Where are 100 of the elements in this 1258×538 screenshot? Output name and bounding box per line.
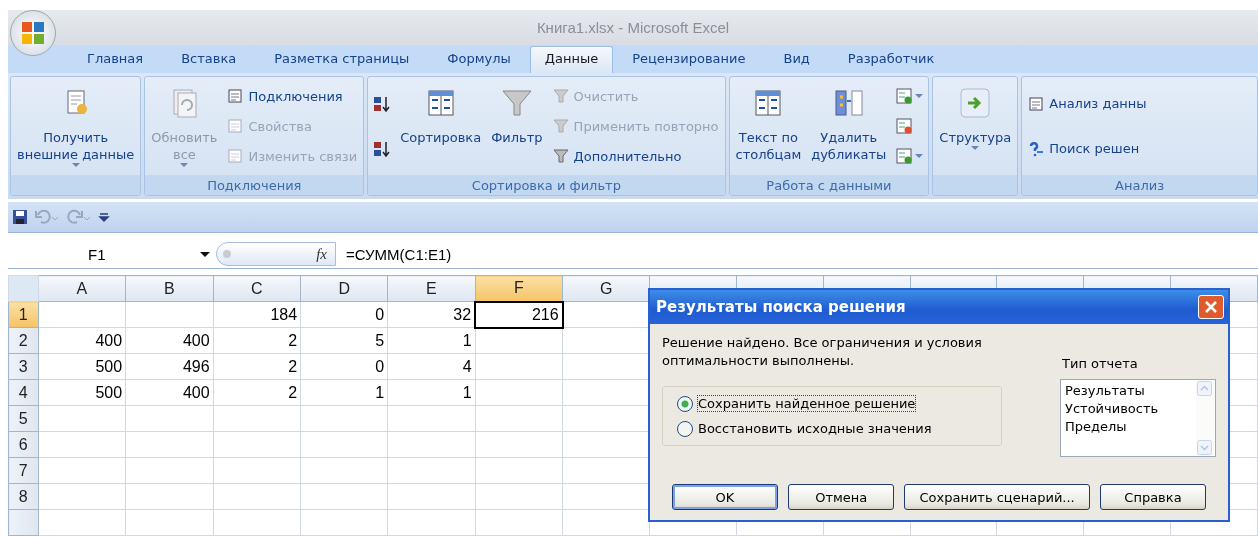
group-label: Работа с данными xyxy=(766,177,892,193)
insert-function-button[interactable]: fx xyxy=(316,245,327,263)
dialog-button[interactable]: Отмена xyxy=(788,484,895,510)
ribbon-tab[interactable]: Разметка страницы xyxy=(255,46,429,73)
ribbon-button[interactable]: Фильтр xyxy=(488,79,546,173)
list-item[interactable]: Устойчивость xyxy=(1065,400,1192,418)
column-header[interactable]: G xyxy=(562,275,650,302)
row-header[interactable]: 3 xyxy=(8,353,39,380)
sort-icon xyxy=(373,139,392,158)
ribbon-tab[interactable]: Рецензирование xyxy=(613,46,765,73)
message-text: Решение найдено. Все ограничения и условия оптимальности выполнены. xyxy=(662,334,982,370)
row-header[interactable]: 8 xyxy=(8,483,39,510)
row-header[interactable]: 4 xyxy=(8,379,39,406)
ribbon-button[interactable]: Структура xyxy=(936,79,1015,173)
office-button[interactable] xyxy=(10,10,56,56)
ribbon-button[interactable]: Получить внешние данные xyxy=(14,79,138,173)
caret-icon xyxy=(915,94,924,98)
table-cell: 2 xyxy=(288,357,298,375)
radio-option[interactable]: Восстановить исходные значения xyxy=(677,420,987,437)
table-cell: 400 xyxy=(182,383,210,401)
report-type-label: Тип отчета xyxy=(1062,356,1139,371)
list-item[interactable]: Результаты xyxy=(1065,382,1192,400)
close-button[interactable] xyxy=(1198,295,1224,319)
group-label: Анализ xyxy=(1115,177,1165,193)
table-cell[interactable]: 216 xyxy=(475,301,563,328)
radio-button[interactable] xyxy=(677,420,693,437)
table-cell: 400 xyxy=(182,331,210,349)
funnel-icon xyxy=(552,148,569,164)
caret-icon xyxy=(180,163,189,167)
row-header[interactable]: 1 xyxy=(8,301,39,328)
table-cell: 1 xyxy=(462,383,472,401)
table-cell: 2 xyxy=(288,383,298,401)
caret-icon xyxy=(71,163,80,167)
caret-icon xyxy=(915,154,924,158)
radio-button[interactable] xyxy=(677,395,693,412)
ribbon-tab[interactable]: Вид xyxy=(764,46,829,73)
ribbon-button[interactable]: Сортировка xyxy=(397,79,485,173)
table-cell: 0 xyxy=(375,357,385,375)
row-header[interactable]: 2 xyxy=(8,327,39,354)
table-cell: 4 xyxy=(462,357,472,375)
ribbon-tab[interactable]: Вставка xyxy=(162,46,256,73)
funnel-icon xyxy=(552,118,569,134)
columns-icon xyxy=(832,87,865,119)
ribbon-button[interactable]: Дополнительно xyxy=(549,146,722,166)
table-cell[interactable]: 184 xyxy=(213,301,301,328)
sort-icon xyxy=(373,94,392,113)
resize-handle[interactable] xyxy=(223,250,231,258)
radio-option[interactable]: Сохранить найденное решение xyxy=(677,395,987,412)
table-cell: 32 xyxy=(453,305,472,323)
column-header[interactable]: F xyxy=(475,275,563,302)
window-title: Книга1.xlsx - Microsoft Excel xyxy=(536,19,730,36)
table-cell: 400 xyxy=(95,331,123,349)
dialog-button[interactable]: Справка xyxy=(1099,484,1206,510)
ribbon-button[interactable]: Текст по столбцам xyxy=(732,79,805,173)
dialog-button[interactable]: Сохранить сценарий... xyxy=(904,484,1090,510)
table-cell[interactable] xyxy=(125,301,214,328)
table-cell: 184 xyxy=(270,305,298,323)
column-header[interactable]: A xyxy=(38,275,126,302)
ribbon-tab[interactable]: Данные xyxy=(529,46,614,73)
table-cell[interactable] xyxy=(38,301,126,328)
table-cell: 5 xyxy=(375,331,385,349)
column-header[interactable]: D xyxy=(300,275,388,302)
ribbon-tab[interactable]: Главная xyxy=(68,46,163,73)
ribbon-button[interactable]: Поиск решен xyxy=(1025,138,1150,159)
table-cell: 216 xyxy=(531,305,559,323)
ribbon-button[interactable]: Подключения xyxy=(224,86,361,106)
checklist-icon xyxy=(895,87,914,105)
row-header[interactable]: 5 xyxy=(8,405,39,432)
group-label: Сортировка и фильтр xyxy=(471,177,621,193)
table-cell: 496 xyxy=(182,357,210,375)
table-cell: 1 xyxy=(375,383,385,401)
row-header[interactable]: 7 xyxy=(8,457,39,484)
column-header[interactable]: B xyxy=(125,275,214,302)
save-icon[interactable] xyxy=(12,209,28,225)
document-icon xyxy=(227,88,244,104)
group-label: Подключения xyxy=(207,177,302,193)
ribbon-button[interactable]: Анализ данны xyxy=(1025,93,1150,114)
table-cell: 1 xyxy=(462,331,472,349)
funnel-icon xyxy=(552,88,569,104)
column-header[interactable]: C xyxy=(213,275,301,302)
table-cell: 500 xyxy=(95,383,123,401)
table-cell: 500 xyxy=(95,357,123,375)
ribbon-tab[interactable]: Разработчик xyxy=(828,46,954,73)
table-cell: 2 xyxy=(288,331,298,349)
radio-label: Восстановить исходные значения xyxy=(697,420,933,437)
dialog-button[interactable]: OK xyxy=(672,484,778,510)
ribbon-button[interactable]: Удалить дубликаты xyxy=(808,79,890,173)
list-item[interactable]: Пределы xyxy=(1065,418,1192,436)
caret-icon xyxy=(971,146,980,150)
close-icon xyxy=(1204,300,1218,314)
ribbon-tab[interactable]: Формулы xyxy=(428,46,530,73)
dialog-title: Результаты поиска решения xyxy=(656,298,906,316)
funnel-icon xyxy=(500,87,533,119)
radio-label: Сохранить найденное решение xyxy=(697,395,917,412)
name-box[interactable]: F1 xyxy=(8,245,216,263)
formula-field[interactable]: =СУММ(C1:E1) xyxy=(336,245,1258,263)
table-cell[interactable]: 0 xyxy=(300,301,388,328)
caret-icon xyxy=(200,251,210,257)
row-header[interactable]: 6 xyxy=(8,431,39,458)
column-header[interactable]: E xyxy=(387,275,476,302)
